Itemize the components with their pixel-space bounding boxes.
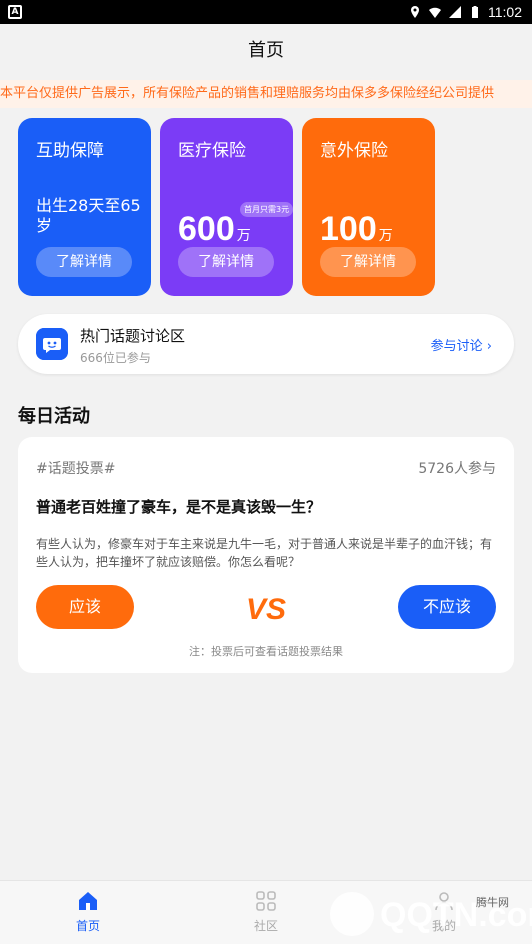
location-icon	[411, 6, 419, 18]
status-time: 11:02	[488, 4, 522, 20]
notification-icon: A	[8, 5, 22, 19]
discussion-title: 热门话题讨论区	[80, 327, 186, 345]
status-bar: A 11:02	[0, 0, 532, 24]
coverage-unit: 万	[378, 228, 393, 244]
nav-community[interactable]: 社区	[236, 889, 296, 934]
nav-home-label: 首页	[75, 919, 100, 933]
topic-tag: #话题投票#	[36, 461, 116, 477]
signal-icon	[449, 6, 461, 18]
status-icons: 11:02	[408, 0, 522, 24]
card-desc: 出生28天至65岁	[36, 196, 141, 235]
participant-count: 5726人参与	[418, 461, 496, 477]
ad-notice-banner: 本平台仅提供广告展示，所有保险产品的销售和理赔服务均由保多多保险经纪公司提供	[0, 80, 532, 108]
coverage-amount: 100 万	[320, 210, 393, 248]
vote-description: 有些人认为，修豪车对于车主来说是九牛一毛，对于普通人来说是半辈子的血汗钱；有些人…	[36, 537, 493, 569]
vote-yes-button[interactable]: 应该	[36, 585, 134, 629]
chevron-right-icon: ›	[486, 339, 492, 354]
join-discussion-link[interactable]: 参与讨论 ›	[431, 335, 492, 354]
discussion-participants: 666位已参与	[80, 351, 151, 365]
svg-text:VS: VS	[246, 593, 286, 625]
card-title: 意外保险	[320, 141, 388, 161]
battery-icon	[472, 6, 478, 18]
nav-home[interactable]: 首页	[58, 889, 118, 934]
vs-icon: VS	[246, 593, 286, 625]
vote-note: 注：投票后可查看话题投票结果	[189, 645, 343, 658]
chat-bubble-icon	[36, 328, 68, 360]
coverage-unit: 万	[236, 228, 251, 244]
vote-question: 普通老百姓撞了豪车，是不是真该毁一生？	[36, 498, 322, 516]
topic-vote-card: #话题投票# 5726人参与 普通老百姓撞了豪车，是不是真该毁一生？ 有些人认为…	[18, 437, 514, 673]
card-mutual-aid[interactable]: 互助保障 出生28天至65岁 了解详情	[18, 118, 151, 296]
watermark-logo: QQTN.com 腾牛网	[330, 892, 532, 936]
home-icon	[79, 892, 97, 910]
card-title: 医疗保险	[178, 141, 246, 161]
nav-community-label: 社区	[253, 919, 278, 933]
card-title: 互助保障	[36, 141, 104, 161]
hot-topic-discussion[interactable]: 热门话题讨论区 666位已参与 参与讨论 ›	[18, 314, 514, 374]
learn-more-button[interactable]: 了解详情	[36, 247, 132, 277]
vote-no-button[interactable]: 不应该	[398, 585, 496, 629]
learn-more-button[interactable]: 了解详情	[320, 247, 416, 277]
card-accident-insurance[interactable]: 意外保险 100 万 了解详情	[302, 118, 435, 296]
card-medical-insurance[interactable]: 医疗保险 首月只需3元 600 万 了解详情	[160, 118, 294, 296]
svg-text:QQTN.com: QQTN.com	[380, 896, 532, 934]
wifi-icon	[429, 7, 441, 18]
learn-more-button[interactable]: 了解详情	[178, 247, 274, 277]
daily-activity-heading: 每日活动	[18, 406, 90, 427]
page-title: 首页	[0, 24, 532, 78]
grid-icon	[256, 891, 276, 911]
coverage-amount: 600 万	[178, 210, 251, 248]
svg-text:腾牛网: 腾牛网	[476, 895, 509, 909]
